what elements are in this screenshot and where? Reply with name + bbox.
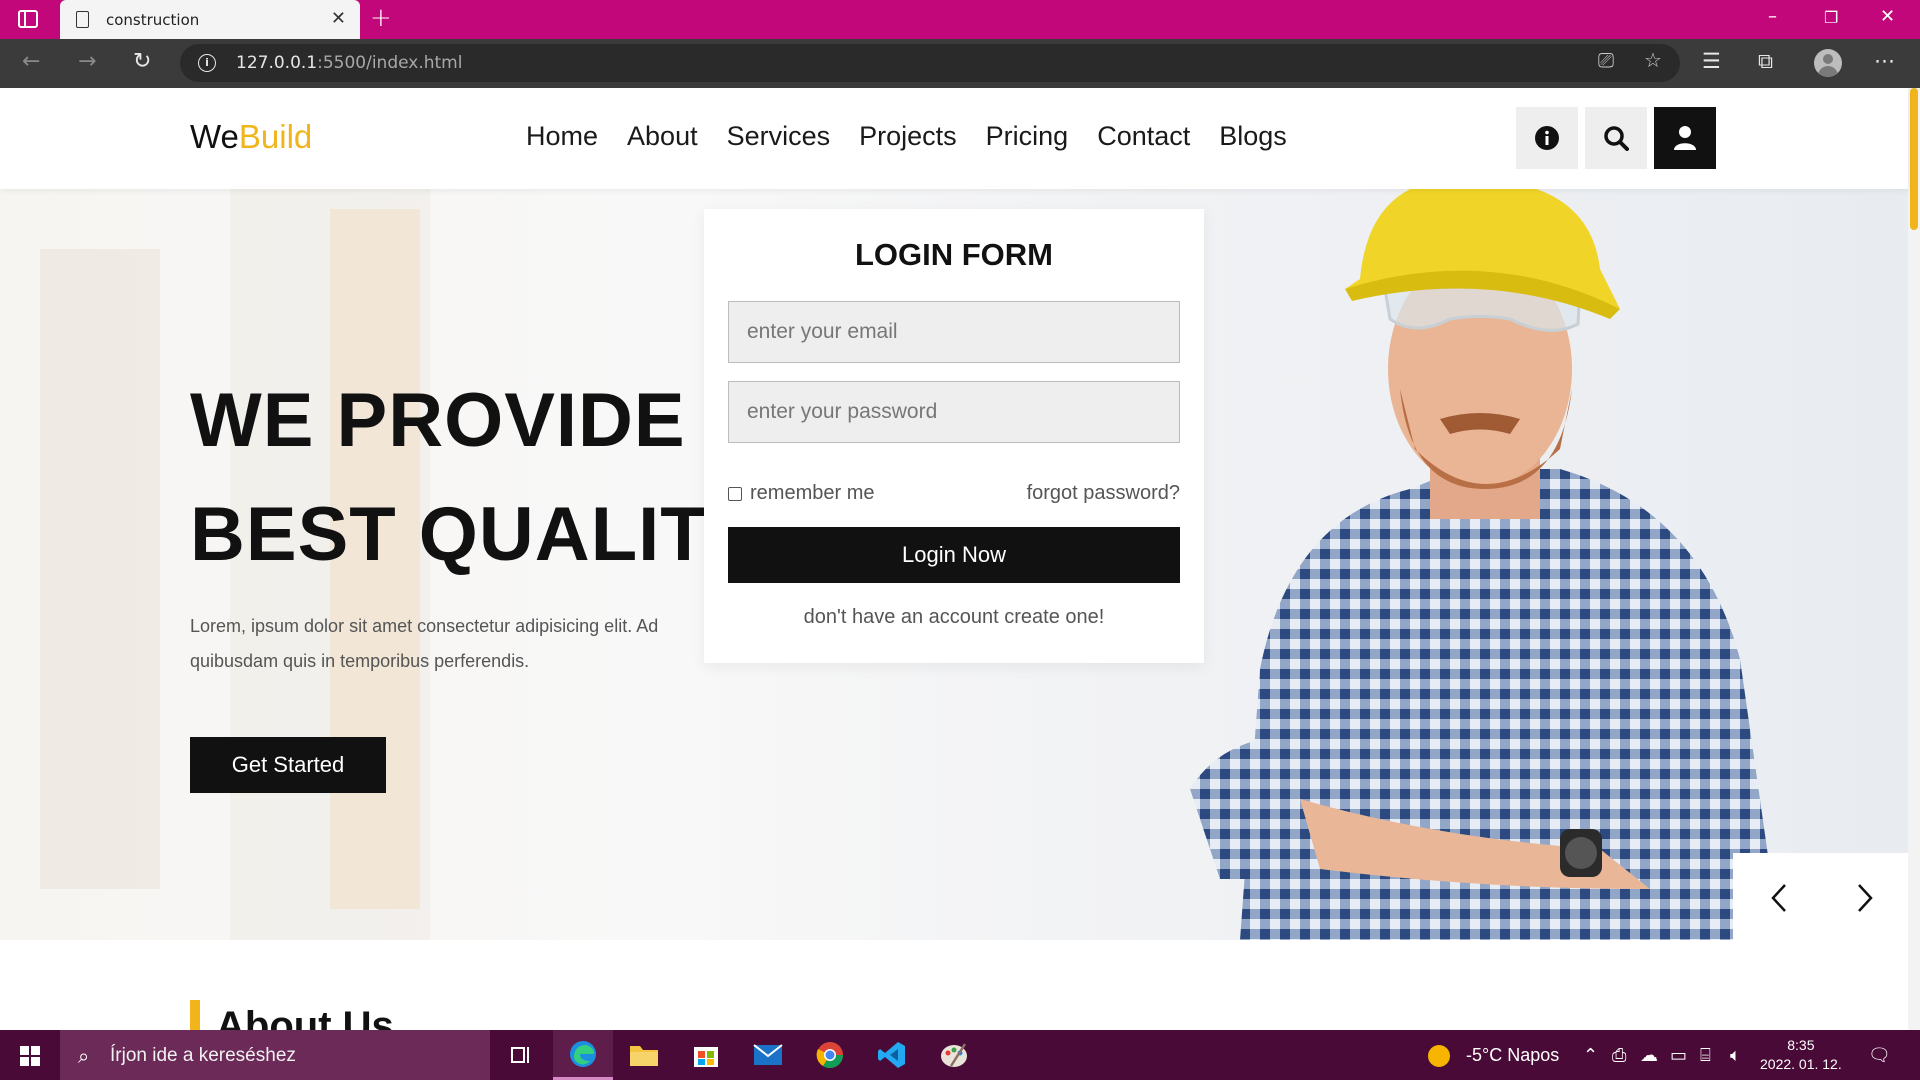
weather-sun-icon[interactable] [1426, 1043, 1452, 1069]
user-button[interactable] [1654, 107, 1716, 169]
info-button[interactable] [1516, 107, 1578, 169]
user-icon [1674, 126, 1696, 150]
background-building [40, 249, 160, 889]
forgot-password-link[interactable]: forgot password? [1027, 482, 1180, 505]
taskbar: ⌕ Írjon ide a kereséshez -5°C Napos ⌃ ⎙ … [0, 1030, 1920, 1080]
meet-now-icon[interactable]: ⎙ [1612, 1045, 1626, 1066]
taskbar-search-input[interactable]: ⌕ Írjon ide a kereséshez [60, 1030, 490, 1080]
add-favorite-icon[interactable]: ☆ [1644, 48, 1662, 72]
network-icon[interactable]: ⌸ [1700, 1045, 1711, 1066]
browser-tab-strip: construction ✕ + – ❐ ✕ [0, 0, 1920, 39]
login-form-title: LOGIN FORM [854, 237, 1054, 272]
hero-title-line-2: BEST QUALITY [190, 492, 760, 577]
info-icon [1535, 126, 1559, 150]
tab-actions-icon[interactable] [18, 10, 38, 28]
favorites-icon[interactable]: ☰ [1702, 49, 1721, 73]
battery-icon[interactable]: ▭ [1670, 1045, 1687, 1066]
search-icon: ⌕ [78, 1044, 90, 1068]
create-account-link[interactable]: don't have an account create one! [704, 606, 1204, 629]
remember-me-label: remember me [750, 482, 875, 504]
url-input[interactable]: i 127.0.0.1:5500/index.html [180, 44, 1680, 82]
page-scrollbar[interactable] [1908, 88, 1920, 1030]
nav-blogs[interactable]: Blogs [1219, 121, 1287, 152]
checkbox-icon[interactable] [728, 486, 742, 501]
nav-contact[interactable]: Contact [1097, 121, 1190, 152]
forward-icon[interactable]: → [78, 49, 96, 74]
email-field[interactable]: enter your email [728, 301, 1180, 363]
browser-tab[interactable]: construction ✕ [60, 0, 360, 39]
onedrive-icon[interactable]: ☁ [1640, 1045, 1658, 1066]
site-info-icon[interactable]: i [198, 54, 216, 72]
back-icon[interactable]: ← [22, 49, 40, 74]
scrollbar-thumb[interactable] [1910, 88, 1918, 230]
new-tab-button[interactable]: + [370, 3, 392, 33]
password-field[interactable]: enter your password [728, 381, 1180, 443]
nav-about[interactable]: About [627, 121, 698, 152]
vscode-icon[interactable] [862, 1030, 922, 1080]
notifications-icon[interactable]: 🗨︎ [1868, 1045, 1891, 1066]
read-aloud-icon[interactable]: ⎚ [1598, 48, 1614, 72]
nav-services[interactable]: Services [727, 121, 831, 152]
heading-accent-bar [190, 1000, 200, 1030]
volume-icon[interactable]: 🔈︎ [1730, 1045, 1741, 1066]
get-started-button[interactable]: Get Started [190, 737, 386, 793]
about-title: About Us [216, 1004, 394, 1030]
logo[interactable]: WeBuild [190, 118, 312, 156]
url-text: 127.0.0.1:5500/index.html [236, 53, 463, 73]
chevron-up-icon[interactable]: ⌃ [1583, 1045, 1598, 1066]
system-clock[interactable]: 8:35 2022. 01. 12. [1760, 1036, 1842, 1074]
minimize-button[interactable]: – [1768, 6, 1777, 27]
windows-start-icon[interactable] [20, 1046, 40, 1066]
collections-icon[interactable]: ⧉ [1758, 49, 1773, 74]
weather-text[interactable]: -5°C Napos [1466, 1045, 1559, 1066]
search-icon [1604, 126, 1629, 151]
file-explorer-icon[interactable] [614, 1030, 674, 1080]
paint-icon[interactable] [924, 1030, 984, 1080]
previous-slide-icon[interactable] [1769, 883, 1789, 913]
address-bar: ← → ↻ i 127.0.0.1:5500/index.html ⎚ ☆ ☰ … [0, 39, 1920, 88]
close-window-button[interactable]: ✕ [1880, 6, 1895, 27]
clock-date: 2022. 01. 12. [1760, 1056, 1842, 1072]
slider-controls [1733, 853, 1908, 940]
page-icon [76, 11, 89, 28]
close-tab-icon[interactable]: ✕ [331, 8, 346, 29]
clock-time: 8:35 [1787, 1037, 1815, 1053]
refresh-icon[interactable]: ↻ [133, 49, 151, 74]
profile-avatar[interactable] [1814, 49, 1842, 77]
login-form: LOGIN FORM enter your email enter your p… [704, 209, 1204, 663]
nav-home[interactable]: Home [526, 121, 598, 152]
page-viewport: WeBuild Home About Services Projects Pri… [0, 88, 1920, 1030]
task-view-icon[interactable] [490, 1030, 550, 1080]
more-options-icon[interactable]: ⋯ [1874, 49, 1895, 73]
remember-me-checkbox[interactable]: remember me [728, 482, 874, 505]
site-header: WeBuild Home About Services Projects Pri… [0, 88, 1908, 189]
chrome-icon[interactable] [800, 1030, 860, 1080]
mail-icon[interactable] [738, 1030, 798, 1080]
edge-browser-icon[interactable] [553, 1030, 613, 1080]
hero-title-line-1: WE PROVIDE [190, 378, 686, 463]
tab-title: construction [106, 11, 200, 29]
restore-button[interactable]: ❐ [1824, 8, 1838, 27]
nav-pricing[interactable]: Pricing [986, 121, 1069, 152]
construction-worker-image [1190, 189, 1780, 940]
nav-projects[interactable]: Projects [859, 121, 957, 152]
main-nav: Home About Services Projects Pricing Con… [526, 121, 1287, 152]
next-slide-icon[interactable] [1855, 883, 1875, 913]
hero-description: Lorem, ipsum dolor sit amet consectetur … [190, 616, 659, 671]
taskbar-search-placeholder: Írjon ide a kereséshez [110, 1045, 296, 1066]
search-button[interactable] [1585, 107, 1647, 169]
login-button[interactable]: Login Now [728, 527, 1180, 583]
store-icon[interactable] [676, 1030, 736, 1080]
